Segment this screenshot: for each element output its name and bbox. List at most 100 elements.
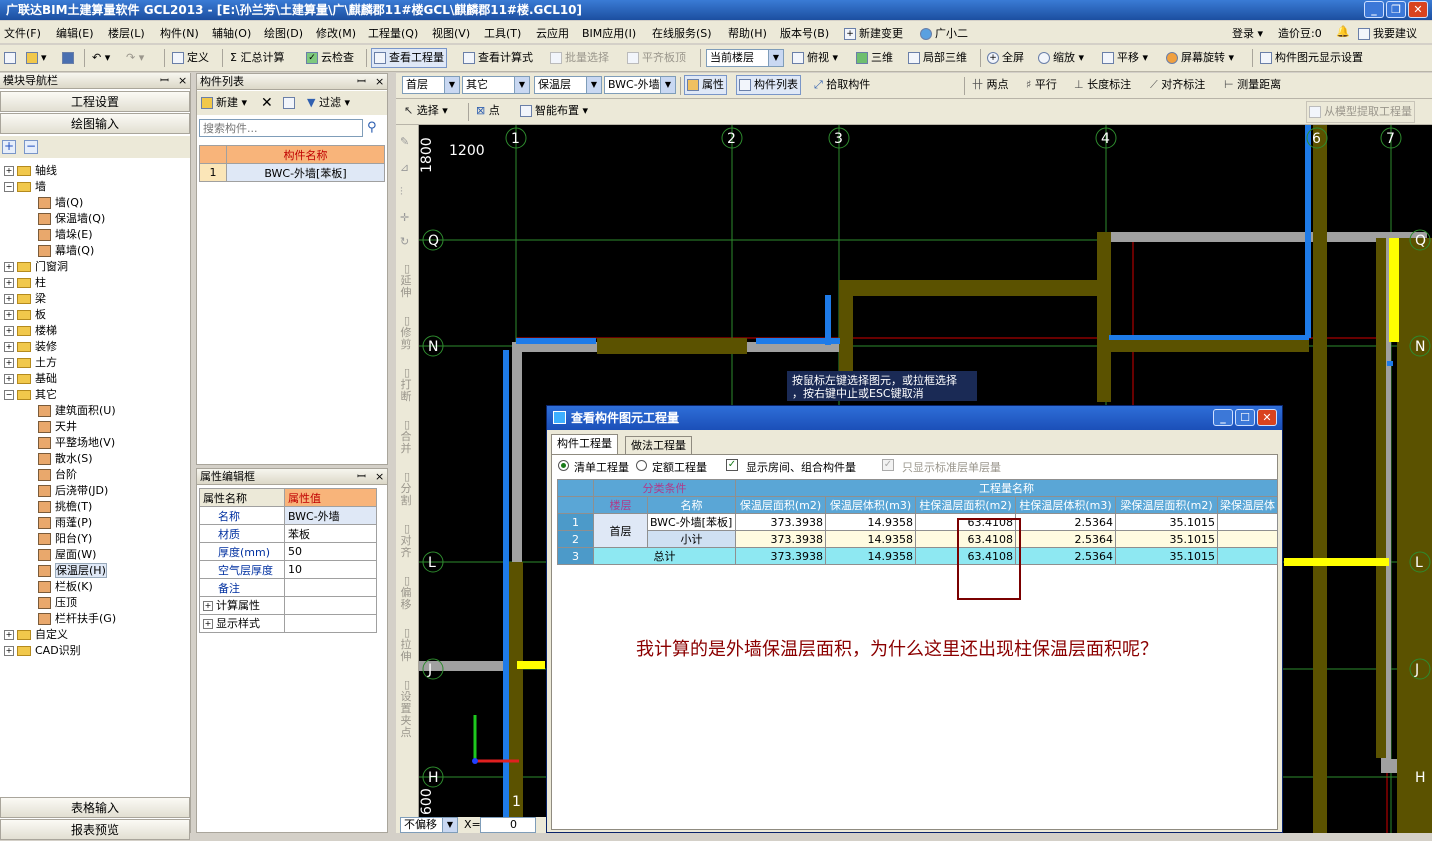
expand-icon[interactable]: +: [4, 262, 14, 272]
new-component-button[interactable]: 新建 ▾: [199, 93, 249, 113]
table-row[interactable]: 厚度(mm) 50: [199, 542, 377, 561]
table-row[interactable]: + 计算属性: [199, 596, 377, 615]
menu-view[interactable]: 视图(V): [432, 25, 470, 41]
vtool-button[interactable]: ▯ 延伸: [400, 263, 414, 299]
tree-item[interactable]: 平整场地(V): [38, 435, 115, 451]
tree-item[interactable]: + 柱: [4, 275, 46, 291]
tree-item[interactable]: + 门窗洞: [4, 259, 68, 275]
three-d-button[interactable]: 三维: [854, 48, 895, 68]
radio-list-qty[interactable]: [558, 460, 569, 471]
search-icon[interactable]: ⚲: [367, 120, 377, 135]
menu-draw[interactable]: 绘图(D): [264, 25, 303, 41]
menu-online[interactable]: 在线服务(S): [652, 25, 712, 41]
tree-item[interactable]: + 自定义: [4, 627, 68, 643]
table-input-button[interactable]: 表格输入: [0, 797, 190, 818]
view-formula-button[interactable]: 查看计算式: [461, 48, 535, 68]
tree-item[interactable]: − 其它: [4, 387, 57, 403]
collapse-all-icon[interactable]: −: [24, 140, 38, 154]
sum-calc-button[interactable]: Σ 汇总计算: [228, 48, 286, 68]
dialog-maximize-button[interactable]: ☐: [1235, 409, 1255, 426]
menu-help[interactable]: 帮助(H): [728, 25, 767, 41]
vtool-button[interactable]: ▯ 分割: [400, 471, 414, 507]
mirror2-icon[interactable]: ⫶: [400, 185, 403, 199]
x-input[interactable]: 0: [480, 817, 536, 833]
menu-modify[interactable]: 修改(M): [316, 25, 356, 41]
table-row[interactable]: 1 首层 BWC-外墙[苯板] 373.3938 14.9358 63.4108…: [557, 513, 1278, 548]
menu-floor[interactable]: 楼层(L): [108, 25, 145, 41]
component-select[interactable]: BWC-外墙 ▼: [604, 76, 676, 94]
assistant-button[interactable]: 广小二: [920, 25, 968, 41]
expand-icon[interactable]: +: [4, 630, 14, 640]
align-mark-button[interactable]: ⟋ 对齐标注: [1148, 75, 1207, 95]
table-row[interactable]: 名称 BWC-外墙: [199, 506, 377, 525]
new-file-icon[interactable]: [2, 48, 21, 68]
bell-icon[interactable]: 🔔: [1336, 25, 1350, 38]
draw-input-button[interactable]: 绘图输入: [0, 113, 190, 134]
tree-item[interactable]: 台阶: [38, 467, 77, 483]
table-row[interactable]: 材质 苯板: [199, 524, 377, 543]
type-select[interactable]: 保温层 ▼: [534, 76, 602, 94]
minimize-button[interactable]: _: [1364, 1, 1384, 18]
menu-cloud[interactable]: 云应用: [536, 25, 569, 41]
report-preview-button[interactable]: 报表预览: [0, 819, 190, 840]
tree-item[interactable]: 栏板(K): [38, 579, 93, 595]
tree-item[interactable]: 建筑面积(U): [38, 403, 116, 419]
pin-icon[interactable]: ꟷ: [357, 469, 366, 485]
property-button[interactable]: 属性: [684, 75, 727, 95]
pin-icon[interactable]: ꟷ: [160, 73, 169, 89]
display-settings-button[interactable]: 构件图元显示设置: [1258, 48, 1365, 68]
close-panel-icon[interactable]: ×: [375, 469, 384, 485]
floor-select[interactable]: 首层 ▼: [402, 76, 460, 94]
tree-item[interactable]: 栏杆扶手(G): [38, 611, 116, 627]
batch-select-button[interactable]: 批量选择: [548, 48, 611, 68]
rotate-button[interactable]: 屏幕旋转 ▾: [1164, 48, 1236, 68]
new-change-button[interactable]: + 新建变更: [844, 25, 903, 41]
collapse-icon[interactable]: −: [4, 390, 14, 400]
tree-item[interactable]: + CAD识别: [4, 643, 81, 659]
close-panel-icon[interactable]: ×: [375, 74, 384, 90]
menu-file[interactable]: 文件(F): [4, 25, 41, 41]
tree-item[interactable]: 保温层(H): [38, 563, 107, 579]
tree-item[interactable]: 墙垛(E): [38, 227, 93, 243]
extract-qty-button[interactable]: 从模型提取工程量: [1306, 101, 1415, 123]
rotate-icon[interactable]: ↻: [400, 235, 409, 248]
tab-component-qty[interactable]: 构件工程量: [551, 434, 618, 455]
expand-icon[interactable]: +: [4, 374, 14, 384]
open-file-icon[interactable]: ▾: [24, 48, 49, 68]
radio-quota-qty[interactable]: [636, 460, 647, 471]
cloud-check-button[interactable]: ✓ 云检查: [304, 48, 356, 68]
tree-item[interactable]: 后浇带(JD): [38, 483, 108, 499]
menu-edit[interactable]: 编辑(E): [56, 25, 94, 41]
tree-item[interactable]: + 装修: [4, 339, 57, 355]
expand-icon[interactable]: +: [4, 342, 14, 352]
check-std-floor[interactable]: ✓: [882, 459, 894, 471]
offset-select[interactable]: 不偏移 ▼: [400, 817, 458, 833]
expand-all-icon[interactable]: +: [2, 140, 16, 154]
tree-item[interactable]: 挑檐(T): [38, 499, 92, 515]
pin-icon[interactable]: ꟷ: [357, 74, 366, 90]
save-icon[interactable]: [60, 48, 79, 68]
table-row[interactable]: 1 BWC-外墙[苯板]: [199, 163, 385, 182]
fullscreen-button[interactable]: + 全屏: [985, 48, 1026, 68]
expand-icon[interactable]: +: [4, 294, 14, 304]
current-floor-combo[interactable]: 当前楼层 ▼: [706, 49, 784, 67]
close-panel-icon[interactable]: ×: [178, 73, 187, 89]
category-select[interactable]: 其它 ▼: [462, 76, 530, 94]
vtool-button[interactable]: ▯ 修剪: [400, 315, 414, 351]
expand-icon[interactable]: +: [4, 166, 14, 176]
menu-tools[interactable]: 工具(T): [484, 25, 521, 41]
table-row[interactable]: + 显示样式: [199, 614, 377, 633]
tree-item[interactable]: + 楼梯: [4, 323, 57, 339]
undo-icon[interactable]: ↶ ▾: [90, 48, 112, 68]
tab-method-qty[interactable]: 做法工程量: [625, 436, 692, 455]
length-mark-button[interactable]: ⊥ 长度标注: [1072, 75, 1133, 95]
expand-icon[interactable]: +: [4, 278, 14, 288]
zoom-button[interactable]: 缩放 ▾: [1036, 48, 1086, 68]
vtool-button[interactable]: ▯ 打断: [400, 367, 414, 403]
component-list-button[interactable]: 构件列表: [736, 75, 801, 95]
table-row[interactable]: 空气层厚度 10: [199, 560, 377, 579]
tree-item[interactable]: 墙(Q): [38, 195, 83, 211]
vtool-button[interactable]: ▯ 合并: [400, 419, 414, 455]
suggest-button[interactable]: 我要建议: [1358, 25, 1417, 41]
tree-item[interactable]: + 梁: [4, 291, 46, 307]
